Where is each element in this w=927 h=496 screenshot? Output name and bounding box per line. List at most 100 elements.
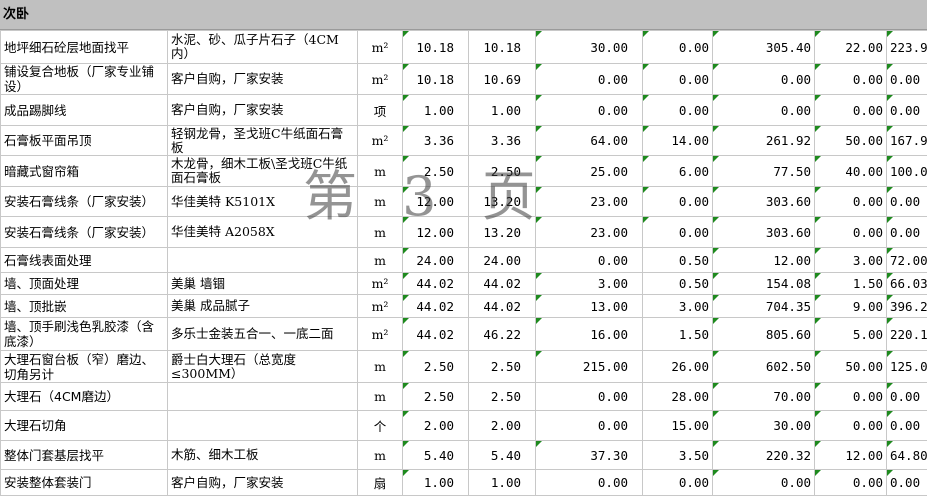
value-cell: 10.69 (469, 64, 536, 95)
value-cell: 2.50 (469, 351, 536, 383)
value-cell: 14.00 (643, 126, 713, 156)
item-spec-cell: 华佳美特 K5101X (168, 187, 358, 217)
value-cell: 26.00 (643, 351, 713, 383)
value-cell: 10.18 (403, 64, 469, 95)
item-spec-cell: 水泥、砂、瓜子片石子（4CM内） (168, 31, 358, 64)
value-cell: 0.00 (536, 411, 643, 441)
value-cell: 2.50 (403, 351, 469, 383)
value-cell: 0.00 (643, 187, 713, 217)
value-cell: 23.00 (536, 187, 643, 217)
value-cell: 0.00 (815, 217, 887, 248)
value-cell: 0.00 (887, 470, 927, 496)
value-cell: 1.00 (403, 470, 469, 496)
item-name-cell: 安装石膏线条（厂家安装） (1, 187, 168, 217)
value-cell: 220.11 (887, 318, 927, 351)
value-cell: 0.00 (815, 95, 887, 126)
value-cell: 0.00 (887, 187, 927, 217)
item-name-cell: 石膏板平面吊顶 (1, 126, 168, 156)
item-name-cell: 墙、顶批嵌 (1, 295, 168, 318)
table-row: 铺设复合地板（厂家专业铺设）客户自购，厂家安装m²10.1810.690.000… (1, 64, 927, 95)
value-cell: 13.20 (469, 217, 536, 248)
value-cell: 5.40 (469, 441, 536, 470)
value-cell: 72.00 (887, 248, 927, 273)
unit-cell: m² (358, 273, 403, 295)
value-cell: 13.20 (469, 187, 536, 217)
value-cell: 303.60 (713, 217, 815, 248)
table-row: 大理石（4CM磨边）m2.502.500.0028.0070.000.000.0… (1, 383, 927, 411)
value-cell: 16.00 (536, 318, 643, 351)
item-spec-cell: 客户自购，厂家安装 (168, 64, 358, 95)
table-row: 安装整体套装门客户自购，厂家安装扇1.001.000.000.000.000.0… (1, 470, 927, 496)
item-spec-cell (168, 383, 358, 411)
table-row: 安装石膏线条（厂家安装）华佳美特 K5101Xm12.0013.2023.000… (1, 187, 927, 217)
item-spec-cell: 爵士白大理石（总宽度≤300MM） (168, 351, 358, 383)
value-cell: 125.00 (887, 351, 927, 383)
value-cell: 3.50 (643, 441, 713, 470)
value-cell: 2.00 (469, 411, 536, 441)
value-cell: 70.00 (713, 383, 815, 411)
value-cell: 1.00 (403, 95, 469, 126)
item-name-cell: 大理石（4CM磨边） (1, 383, 168, 411)
value-cell: 12.00 (815, 441, 887, 470)
table-row: 成品踢脚线客户自购，厂家安装项1.001.000.000.000.000.000… (1, 95, 927, 126)
value-cell: 6.00 (643, 156, 713, 187)
value-cell: 2.50 (469, 156, 536, 187)
table-row: 大理石窗台板（窄）磨边、切角另计爵士白大理石（总宽度≤300MM）m2.502.… (1, 351, 927, 383)
item-spec-cell (168, 411, 358, 441)
value-cell: 0.00 (815, 383, 887, 411)
value-cell: 1.00 (469, 95, 536, 126)
value-cell: 303.60 (713, 187, 815, 217)
value-cell: 100.00 (887, 156, 927, 187)
unit-cell: 扇 (358, 470, 403, 496)
table-row: 地坪细石砼层地面找平水泥、砂、瓜子片石子（4CM内）m²10.1810.1830… (1, 31, 927, 64)
item-name-cell: 地坪细石砼层地面找平 (1, 31, 168, 64)
unit-cell: m² (358, 126, 403, 156)
value-cell: 0.50 (643, 273, 713, 295)
value-cell: 0.00 (887, 383, 927, 411)
section-header: 次卧 (0, 0, 927, 30)
unit-cell: 个 (358, 411, 403, 441)
value-cell: 0.00 (713, 470, 815, 496)
table-row: 墙、顶面处理美巢 墙锢m²44.0244.023.000.50154.081.5… (1, 273, 927, 295)
item-spec-cell: 木龙骨，细木工板\圣戈班C牛纸面石膏板 (168, 156, 358, 187)
unit-cell: m (358, 217, 403, 248)
value-cell: 30.00 (536, 31, 643, 64)
value-cell: 0.50 (643, 248, 713, 273)
value-cell: 3.00 (643, 295, 713, 318)
item-spec-cell: 美巢 墙锢 (168, 273, 358, 295)
value-cell: 167.90 (887, 126, 927, 156)
value-cell: 22.00 (815, 31, 887, 64)
value-cell: 0.00 (643, 470, 713, 496)
item-spec-cell (168, 248, 358, 273)
value-cell: 0.00 (643, 31, 713, 64)
value-cell: 0.00 (536, 64, 643, 95)
value-cell: 0.00 (643, 95, 713, 126)
value-cell: 0.00 (536, 95, 643, 126)
value-cell: 0.00 (815, 411, 887, 441)
value-cell: 0.00 (536, 383, 643, 411)
table-row: 暗藏式窗帘箱木龙骨，细木工板\圣戈班C牛纸面石膏板m2.502.5025.006… (1, 156, 927, 187)
value-cell: 44.02 (403, 295, 469, 318)
value-cell: 215.00 (536, 351, 643, 383)
value-cell: 12.00 (713, 248, 815, 273)
item-spec-cell: 客户自购，厂家安装 (168, 95, 358, 126)
value-cell: 28.00 (643, 383, 713, 411)
value-cell: 220.32 (713, 441, 815, 470)
value-cell: 13.00 (536, 295, 643, 318)
value-cell: 5.00 (815, 318, 887, 351)
value-cell: 3.36 (469, 126, 536, 156)
value-cell: 40.00 (815, 156, 887, 187)
value-cell: 10.18 (469, 31, 536, 64)
value-cell: 0.00 (887, 411, 927, 441)
value-cell: 0.00 (536, 470, 643, 496)
item-spec-cell: 木筋、细木工板 (168, 441, 358, 470)
table-row: 石膏板平面吊顶轻钢龙骨，圣戈班C牛纸面石膏板m²3.363.3664.0014.… (1, 126, 927, 156)
value-cell: 261.92 (713, 126, 815, 156)
value-cell: 602.50 (713, 351, 815, 383)
item-name-cell: 安装整体套装门 (1, 470, 168, 496)
value-cell: 2.50 (403, 156, 469, 187)
value-cell: 396.20 (887, 295, 927, 318)
item-name-cell: 暗藏式窗帘箱 (1, 156, 168, 187)
value-cell: 1.50 (643, 318, 713, 351)
item-spec-cell: 客户自购，厂家安装 (168, 470, 358, 496)
